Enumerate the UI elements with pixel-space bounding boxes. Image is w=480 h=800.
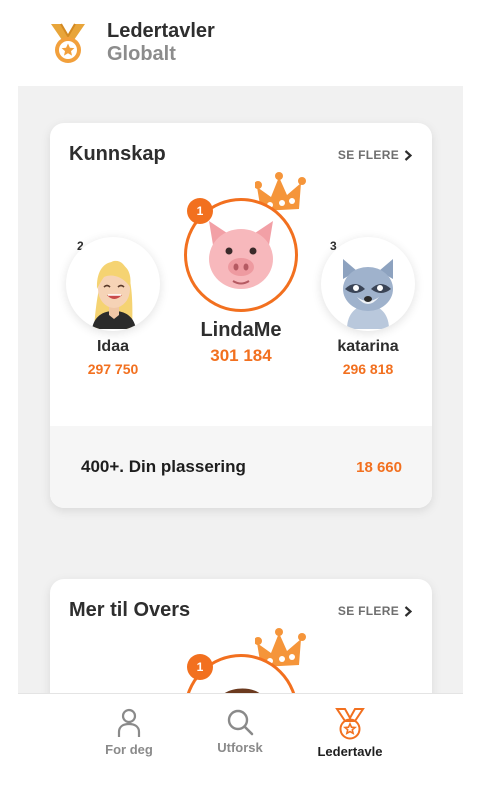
- nav-label: Utforsk: [217, 740, 263, 755]
- player-score: 296 818: [342, 361, 394, 377]
- player-name: LindaMe: [200, 319, 282, 341]
- my-score: 18 660: [356, 459, 402, 476]
- person-icon: [117, 708, 141, 737]
- my-ranking-row[interactable]: 400+. Din plassering 18 660: [50, 426, 432, 508]
- raccoon-avatar[interactable]: [321, 237, 415, 331]
- page-title: Ledertavler: [107, 20, 215, 42]
- rank-badge: 1: [187, 198, 213, 224]
- nav-item-ledertavle[interactable]: Ledertavle: [300, 708, 400, 759]
- chevron-right-icon: [404, 605, 412, 617]
- leaderboard-card: Kunnskap SE FLERE 2 Idaa 297 750 1 Linda…: [50, 123, 432, 508]
- chevron-right-icon: [404, 149, 412, 161]
- see-more-link[interactable]: SE FLERE: [338, 604, 412, 618]
- player-score: 301 184: [210, 346, 272, 365]
- app-frame: Ledertavler Globalt Kunnskap SE FLERE 2: [18, 0, 463, 800]
- rank-badge: 1: [187, 654, 213, 680]
- leaderboard-title: Mer til Overs: [69, 599, 191, 621]
- page-subtitle: Globalt: [107, 43, 176, 65]
- player-score: 297 750: [87, 361, 139, 377]
- search-icon: [227, 709, 254, 736]
- nav-item-utforsk[interactable]: Utforsk: [190, 708, 290, 755]
- see-more-label: SE FLERE: [337, 604, 399, 618]
- player-name: katarina: [337, 338, 399, 355]
- player-name: Idaa: [96, 338, 129, 355]
- leaderboard-title: Kunnskap: [69, 143, 166, 165]
- blonde-woman-avatar[interactable]: [66, 237, 160, 331]
- bottom-nav: For deg Utforsk Ledertavle: [18, 693, 463, 800]
- my-rank-label: 400+. Din plassering: [81, 457, 246, 476]
- see-more-link[interactable]: SE FLERE: [338, 148, 412, 162]
- leaderboard-list[interactable]: Kunnskap SE FLERE 2 Idaa 297 750 1 Linda…: [18, 86, 463, 693]
- nav-label: For deg: [105, 742, 153, 757]
- header: Ledertavler Globalt: [18, 0, 463, 86]
- see-more-label: SE FLERE: [337, 148, 399, 162]
- leaderboard-card: Mer til Overs SE FLERE 1: [50, 579, 432, 693]
- nav-label: Ledertavle: [317, 744, 383, 759]
- medal-icon: [51, 23, 85, 63]
- medal-icon: [335, 708, 365, 740]
- nav-item-for-deg[interactable]: For deg: [79, 708, 179, 757]
